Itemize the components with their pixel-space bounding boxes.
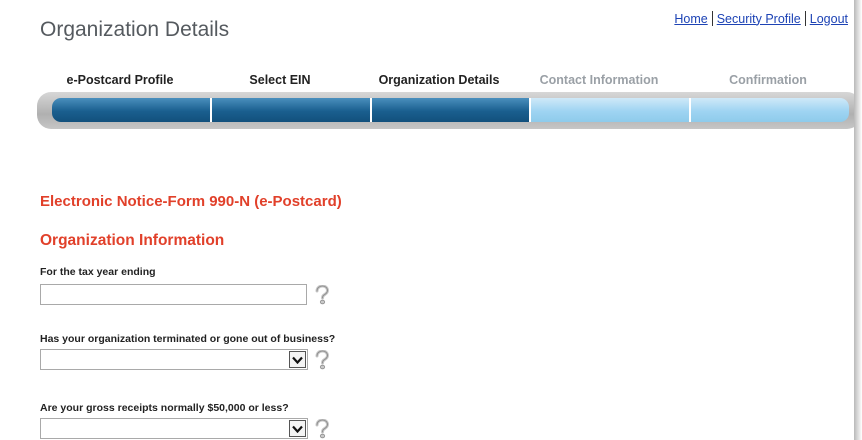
link-divider bbox=[804, 11, 806, 26]
help-question-icon[interactable] bbox=[314, 284, 330, 305]
chevron-down-icon[interactable] bbox=[289, 420, 306, 437]
gross-receipts-select[interactable] bbox=[40, 418, 308, 439]
home-link[interactable]: Home bbox=[674, 12, 707, 26]
logout-link[interactable]: Logout bbox=[810, 12, 848, 26]
security-profile-link[interactable]: Security Profile bbox=[717, 12, 801, 26]
terminated-select[interactable] bbox=[40, 349, 308, 370]
progress-segment-confirmation bbox=[691, 98, 849, 122]
window-shadow bbox=[854, 0, 862, 440]
step-label-contact-information: Contact Information bbox=[539, 73, 659, 87]
gross-receipts-label: Are your gross receipts normally $50,000… bbox=[40, 402, 289, 414]
help-question-icon[interactable] bbox=[314, 418, 330, 439]
help-question-icon[interactable] bbox=[314, 349, 330, 370]
progress-segment-contact-information bbox=[531, 98, 692, 122]
page-title: Organization Details bbox=[40, 18, 230, 41]
top-navigation-links: Home Security Profile Logout bbox=[674, 11, 848, 26]
step-label-select-ein: Select EIN bbox=[249, 73, 311, 87]
step-label-confirmation: Confirmation bbox=[729, 73, 807, 87]
tax-year-label: For the tax year ending bbox=[40, 266, 156, 278]
tax-year-input[interactable] bbox=[40, 284, 307, 305]
progress-segment-select-ein bbox=[211, 98, 372, 122]
terminated-label: Has your organization terminated or gone… bbox=[40, 333, 336, 345]
progress-segment-organization-details bbox=[371, 98, 532, 122]
chevron-down-icon[interactable] bbox=[289, 351, 306, 368]
notice-heading: Electronic Notice-Form 990-N (e-Postcard… bbox=[40, 193, 342, 210]
step-label-organization-details: Organization Details bbox=[378, 73, 500, 87]
step-label-epostcard-profile: e-Postcard Profile bbox=[66, 73, 174, 87]
progress-step-labels: e-Postcard Profile Select EIN Organizati… bbox=[40, 73, 848, 89]
page-frame: Organization Details Home Security Profi… bbox=[0, 0, 854, 440]
progress-bar bbox=[52, 98, 849, 122]
organization-information-heading: Organization Information bbox=[40, 232, 225, 249]
progress-segment-epostcard-profile bbox=[52, 98, 212, 122]
link-divider bbox=[711, 11, 713, 26]
